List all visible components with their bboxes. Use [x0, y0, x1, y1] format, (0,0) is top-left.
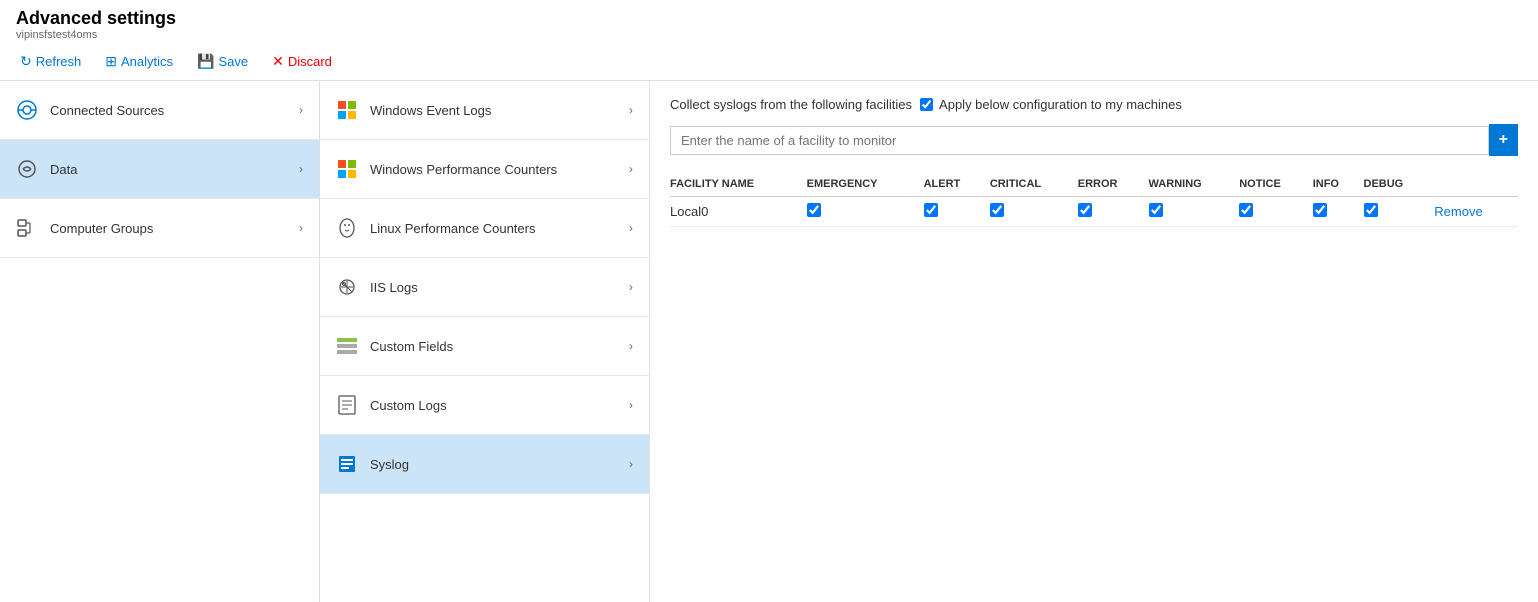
page-title: Advanced settings — [16, 8, 1522, 29]
add-facility-button[interactable]: + — [1489, 124, 1518, 156]
error-checkbox[interactable] — [1078, 203, 1092, 217]
emergency-checkbox[interactable] — [807, 203, 821, 217]
discard-button[interactable]: ✕ Discard — [268, 51, 336, 72]
col-alert: ALERT — [924, 172, 990, 197]
windows-perf-counters-chevron: › — [629, 162, 633, 176]
connected-sources-label: Connected Sources — [50, 103, 164, 118]
syslog-icon — [336, 453, 358, 475]
table-row: Local0 Remove — [670, 197, 1518, 227]
custom-fields-label: Custom Fields — [370, 339, 453, 354]
critical-checkbox[interactable] — [990, 203, 1004, 217]
middle-item-iis-logs[interactable]: IIS Logs › — [320, 258, 649, 317]
table-header-row: FACILITY NAME EMERGENCY ALERT CRITICAL E… — [670, 172, 1518, 197]
middle-item-custom-fields[interactable]: Custom Fields › — [320, 317, 649, 376]
apply-check-label[interactable]: Apply below configuration to my machines — [920, 97, 1182, 112]
iis-logs-chevron: › — [629, 280, 633, 294]
col-emergency: EMERGENCY — [807, 172, 924, 197]
debug-cell — [1364, 197, 1435, 227]
warning-checkbox[interactable] — [1149, 203, 1163, 217]
facility-name-cell: Local0 — [670, 197, 807, 227]
data-chevron: › — [299, 162, 303, 176]
header: Advanced settings vipinsfstest4oms ↻ Ref… — [0, 0, 1538, 81]
col-debug: DEBUG — [1364, 172, 1435, 197]
right-panel-header: Collect syslogs from the following facil… — [670, 97, 1518, 112]
sidebar: Connected Sources › Data › — [0, 81, 320, 602]
col-facility-name: FACILITY NAME — [670, 172, 807, 197]
col-critical: CRITICAL — [990, 172, 1078, 197]
middle-item-windows-perf-counters[interactable]: Windows Performance Counters › — [320, 140, 649, 199]
syslog-label: Syslog — [370, 457, 409, 472]
windows-event-logs-label: Windows Event Logs — [370, 103, 491, 118]
apply-check-input[interactable] — [920, 98, 933, 111]
iis-logs-icon — [336, 276, 358, 298]
notice-cell — [1239, 197, 1312, 227]
main-layout: Connected Sources › Data › — [0, 81, 1538, 602]
linux-perf-counters-chevron: › — [629, 221, 633, 235]
refresh-icon: ↻ — [20, 53, 32, 70]
col-warning: WARNING — [1149, 172, 1240, 197]
analytics-icon: ⊞ — [105, 53, 117, 70]
right-panel: Collect syslogs from the following facil… — [650, 81, 1538, 602]
save-icon: 💾 — [197, 53, 214, 70]
warning-cell — [1149, 197, 1240, 227]
facility-input-row: + — [670, 124, 1518, 156]
middle-item-syslog[interactable]: Syslog › — [320, 435, 649, 494]
critical-cell — [990, 197, 1078, 227]
col-actions — [1434, 172, 1518, 197]
remove-button[interactable]: Remove — [1434, 204, 1482, 219]
error-cell — [1078, 197, 1149, 227]
windows-event-logs-chevron: › — [629, 103, 633, 117]
windows-perf-counters-label: Windows Performance Counters — [370, 162, 557, 177]
facility-table: FACILITY NAME EMERGENCY ALERT CRITICAL E… — [670, 172, 1518, 227]
debug-checkbox[interactable] — [1364, 203, 1378, 217]
iis-logs-label: IIS Logs — [370, 280, 418, 295]
linux-perf-counters-label: Linux Performance Counters — [370, 221, 535, 236]
analytics-button[interactable]: ⊞ Analytics — [101, 51, 177, 72]
connected-sources-icon — [16, 99, 38, 121]
toolbar: ↻ Refresh ⊞ Analytics 💾 Save ✕ Discard — [16, 47, 1522, 76]
alert-cell — [924, 197, 990, 227]
data-label: Data — [50, 162, 77, 177]
windows-perf-counters-icon — [336, 158, 358, 180]
middle-item-custom-logs[interactable]: Custom Logs › — [320, 376, 649, 435]
notice-checkbox[interactable] — [1239, 203, 1253, 217]
col-notice: NOTICE — [1239, 172, 1312, 197]
sidebar-item-data[interactable]: Data › — [0, 140, 319, 199]
remove-cell: Remove — [1434, 197, 1518, 227]
page-subtitle: vipinsfstest4oms — [16, 29, 1522, 41]
linux-perf-counters-icon — [336, 217, 358, 239]
custom-fields-icon — [336, 335, 358, 357]
col-info: INFO — [1313, 172, 1364, 197]
info-cell — [1313, 197, 1364, 227]
windows-event-logs-icon — [336, 99, 358, 121]
alert-checkbox[interactable] — [924, 203, 938, 217]
sidebar-item-connected-sources[interactable]: Connected Sources › — [0, 81, 319, 140]
custom-logs-icon — [336, 394, 358, 416]
info-checkbox[interactable] — [1313, 203, 1327, 217]
collect-syslogs-text: Collect syslogs from the following facil… — [670, 97, 912, 112]
custom-logs-chevron: › — [629, 398, 633, 412]
middle-item-linux-perf-counters[interactable]: Linux Performance Counters › — [320, 199, 649, 258]
computer-groups-icon — [16, 217, 38, 239]
middle-panel: Windows Event Logs › Windows Performance… — [320, 81, 650, 602]
emergency-cell — [807, 197, 924, 227]
computer-groups-chevron: › — [299, 221, 303, 235]
discard-icon: ✕ — [272, 53, 284, 70]
computer-groups-label: Computer Groups — [50, 221, 153, 236]
refresh-button[interactable]: ↻ Refresh — [16, 51, 85, 72]
custom-logs-label: Custom Logs — [370, 398, 447, 413]
save-button[interactable]: 💾 Save — [193, 51, 252, 72]
custom-fields-chevron: › — [629, 339, 633, 353]
syslog-chevron: › — [629, 457, 633, 471]
middle-item-windows-event-logs[interactable]: Windows Event Logs › — [320, 81, 649, 140]
apply-check-text: Apply below configuration to my machines — [939, 97, 1182, 112]
data-icon — [16, 158, 38, 180]
col-error: ERROR — [1078, 172, 1149, 197]
connected-sources-chevron: › — [299, 103, 303, 117]
sidebar-item-computer-groups[interactable]: Computer Groups › — [0, 199, 319, 258]
facility-name-input[interactable] — [670, 126, 1489, 155]
